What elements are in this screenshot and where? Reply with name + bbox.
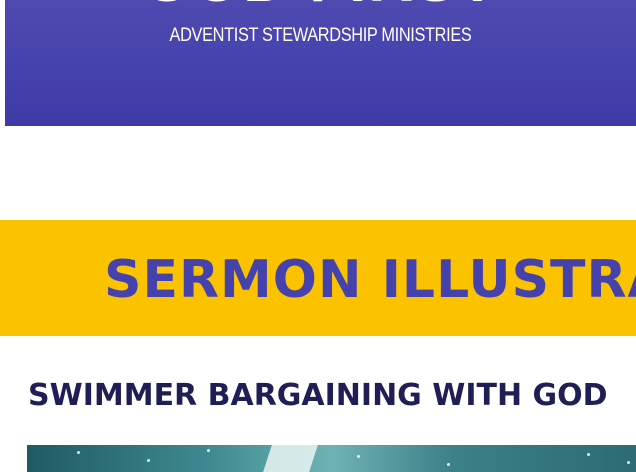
image-light-streak xyxy=(255,445,325,472)
water-droplet xyxy=(587,453,590,456)
site-logo-text[interactable]: GOD FIRST xyxy=(5,0,636,12)
water-droplet xyxy=(357,455,360,458)
section-banner: SERMON ILLUSTRATIONS xyxy=(0,220,636,336)
site-logo-subtitle: ADVENTIST STEWARDSHIP MINISTRIES xyxy=(169,25,472,46)
water-droplet xyxy=(207,449,210,452)
section-title: SERMON ILLUSTRATIONS xyxy=(104,250,636,310)
post-featured-image xyxy=(27,445,636,472)
water-droplet xyxy=(147,459,150,462)
site-header: GOD FIRST ADVENTIST STEWARDSHIP MINISTRI… xyxy=(5,0,636,126)
water-droplet xyxy=(447,463,450,466)
water-droplet xyxy=(627,461,630,464)
post-title[interactable]: SWIMMER BARGAINING WITH GOD xyxy=(28,377,608,415)
water-droplet xyxy=(77,451,80,454)
